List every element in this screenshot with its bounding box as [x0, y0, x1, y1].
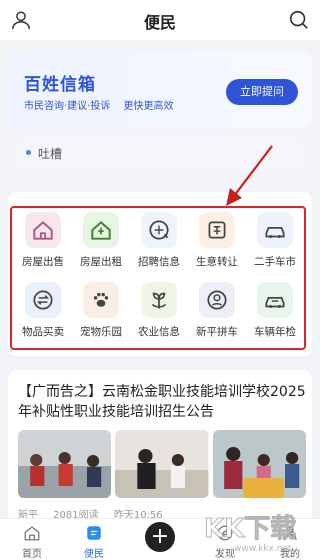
service-label: 招聘信息 — [138, 256, 180, 268]
pet-paw-icon — [83, 282, 119, 318]
service-item[interactable]: 宠物乐园 — [72, 280, 130, 346]
goods-trade-icon — [25, 282, 61, 318]
service-label: 宠物乐园 — [80, 326, 122, 338]
search-icon[interactable] — [288, 9, 310, 31]
create-post-button[interactable]: + — [145, 522, 175, 552]
service-item[interactable]: 房屋出租 — [72, 210, 130, 276]
car-inspection-icon — [257, 282, 293, 318]
service-label: 车辆年检 — [254, 326, 296, 338]
svg-text:KK下载: KK下载 — [204, 514, 296, 544]
annotation-arrow — [226, 145, 273, 206]
house-sale-icon — [25, 212, 61, 248]
banner-title: 百姓信箱 — [24, 75, 96, 95]
news-photo-1 — [18, 430, 112, 498]
service-label: 农业信息 — [138, 326, 180, 338]
convenience-icon — [87, 526, 101, 540]
service-item[interactable]: 招聘信息 — [130, 210, 188, 276]
tab-home-label: 首页 — [22, 549, 42, 560]
page-title: 便民 — [143, 13, 176, 32]
carpool-icon — [199, 282, 235, 318]
service-label: 新平拼车 — [196, 326, 238, 338]
service-item[interactable]: 房屋出售 — [14, 210, 72, 276]
watermark-logo: KK下载 www.kkx.net — [204, 514, 297, 555]
news-photo-3 — [212, 430, 306, 498]
tab-convenience[interactable]: 便民 — [62, 519, 126, 560]
service-item[interactable]: 农业信息 — [130, 280, 188, 346]
business-transfer-icon — [199, 212, 235, 248]
service-item[interactable]: 生意转让 — [188, 210, 246, 276]
service-label: 生意转让 — [196, 256, 238, 268]
news-headline[interactable]: 【广而告之】云南松金职业技能培训学校2025年补贴性职业技能培训招生公告 — [18, 382, 306, 422]
service-label: 二手车市 — [254, 256, 296, 268]
news-thumbnails — [18, 430, 306, 498]
service-item[interactable]: 车辆年检 — [246, 280, 304, 346]
banner-subtitle: 市民咨询·建议·投诉 更快更高效 — [24, 97, 184, 112]
news-photo-2 — [115, 430, 209, 498]
tab-convenience-label: 便民 — [84, 549, 104, 560]
service-item[interactable]: 新平拼车 — [188, 280, 246, 346]
tab-home[interactable]: 首页 — [0, 519, 64, 560]
house-rent-icon — [83, 212, 119, 248]
bullet-dot — [26, 150, 31, 155]
agriculture-icon — [141, 282, 177, 318]
ask-now-button[interactable]: 立即提问 — [226, 79, 298, 105]
banner-subtitle-2: 更快更高效 — [123, 101, 174, 112]
svg-text:www.kkx.net: www.kkx.net — [234, 544, 292, 554]
top-header: 便民 — [0, 0, 320, 40]
service-item[interactable]: 二手车市 — [246, 210, 304, 276]
mailbox-banner[interactable]: 百姓信箱 市民咨询·建议·投诉 更快更高效 立即提问 — [8, 52, 312, 128]
service-label: 房屋出租 — [80, 256, 122, 268]
service-label: 物品买卖 — [22, 326, 64, 338]
home-icon — [24, 526, 40, 541]
roast-label: 吐槽 — [38, 147, 63, 161]
used-car-icon — [257, 212, 293, 248]
service-label: 房屋出售 — [22, 256, 64, 268]
service-item[interactable]: 物品买卖 — [14, 280, 72, 346]
recruit-icon — [141, 212, 177, 248]
banner-subtitle-1: 市民咨询·建议·投诉 — [24, 101, 111, 112]
